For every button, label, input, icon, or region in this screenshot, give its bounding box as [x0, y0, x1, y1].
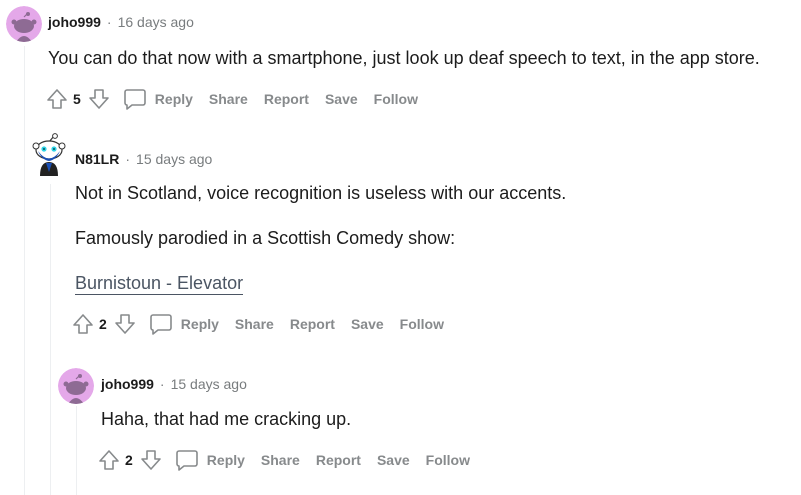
- vote-count: 2: [125, 452, 133, 468]
- upvote-icon[interactable]: [71, 312, 95, 336]
- downvote-icon[interactable]: [139, 448, 163, 472]
- share-button[interactable]: Share: [235, 316, 274, 332]
- avatar[interactable]: [58, 368, 94, 404]
- upvote-icon[interactable]: [45, 87, 69, 111]
- follow-button[interactable]: Follow: [400, 316, 444, 332]
- comment-body: Haha, that had me cracking up.: [101, 409, 352, 429]
- username[interactable]: joho999: [101, 376, 154, 392]
- share-button[interactable]: Share: [261, 452, 300, 468]
- comment-header: joho999 · 15 days ago: [101, 376, 247, 392]
- save-button[interactable]: Save: [325, 91, 358, 107]
- reply-button[interactable]: Reply: [155, 91, 193, 107]
- vote-count: 2: [99, 316, 107, 332]
- comment-actions: 2 Reply Share Report Save Follow: [71, 312, 444, 336]
- vote-count: 5: [73, 91, 81, 107]
- thread-line: [24, 46, 25, 495]
- upvote-icon[interactable]: [97, 448, 121, 472]
- user-avatar-icon: [58, 368, 94, 404]
- avatar[interactable]: [6, 6, 42, 42]
- follow-button[interactable]: Follow: [426, 452, 470, 468]
- separator-dot: ·: [106, 14, 112, 30]
- comment-actions: 2 Reply Share Report Save Follow: [97, 448, 470, 472]
- comment-body: You can do that now with a smartphone, j…: [48, 48, 760, 68]
- user-avatar-icon: [32, 133, 66, 176]
- comment-bubble-icon[interactable]: [149, 312, 173, 336]
- timestamp[interactable]: 15 days ago: [171, 376, 247, 392]
- comment-body: Not in Scotland, voice recognition is us…: [75, 183, 567, 203]
- reply-button[interactable]: Reply: [207, 452, 245, 468]
- downvote-icon[interactable]: [87, 87, 111, 111]
- comment-header: joho999 · 16 days ago: [48, 14, 194, 30]
- thread-line: [76, 406, 77, 495]
- separator-dot: ·: [159, 376, 165, 392]
- save-button[interactable]: Save: [351, 316, 384, 332]
- timestamp[interactable]: 16 days ago: [118, 14, 194, 30]
- comment-bubble-icon[interactable]: [123, 87, 147, 111]
- downvote-icon[interactable]: [113, 312, 137, 336]
- comment-header: N81LR · 15 days ago: [75, 151, 212, 167]
- user-avatar-icon: [6, 6, 42, 42]
- thread-line: [50, 184, 51, 495]
- separator-dot: ·: [125, 151, 131, 167]
- reply-button[interactable]: Reply: [181, 316, 219, 332]
- comment-body: Famously parodied in a Scottish Comedy s…: [75, 228, 456, 248]
- comment-bubble-icon[interactable]: [175, 448, 199, 472]
- report-button[interactable]: Report: [264, 91, 309, 107]
- report-button[interactable]: Report: [290, 316, 335, 332]
- report-button[interactable]: Report: [316, 452, 361, 468]
- username[interactable]: N81LR: [75, 151, 119, 167]
- avatar[interactable]: [30, 132, 68, 176]
- save-button[interactable]: Save: [377, 452, 410, 468]
- comment-actions: 5 Reply Share Report Save Follow: [45, 87, 418, 111]
- username[interactable]: joho999: [48, 14, 101, 30]
- follow-button[interactable]: Follow: [374, 91, 418, 107]
- comment-link[interactable]: Burnistoun - Elevator: [75, 272, 244, 295]
- share-button[interactable]: Share: [209, 91, 248, 107]
- timestamp[interactable]: 15 days ago: [136, 151, 212, 167]
